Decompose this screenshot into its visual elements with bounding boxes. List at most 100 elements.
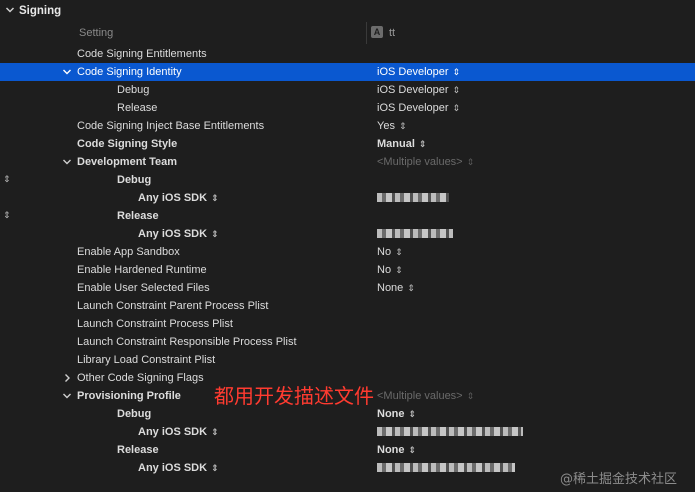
up-down-stepper-icon[interactable]: ⇕ [3, 210, 11, 221]
redacted-value [377, 427, 523, 436]
row-identity-debug[interactable]: Debug iOS Developer ⇕ [0, 81, 695, 99]
setting-label: Development Team [77, 156, 178, 168]
setting-value-popup[interactable]: iOS Developer ⇕ [377, 66, 460, 78]
setting-value-popup[interactable]: None ⇕ [377, 444, 416, 456]
label-text: Any iOS SDK [138, 462, 208, 474]
row-code-signing-style[interactable]: Code Signing Style Manual ⇕ [0, 135, 695, 153]
value-text: None [377, 408, 405, 420]
row-development-team[interactable]: Development Team <Multiple values> ⇕ [0, 153, 695, 171]
up-down-stepper-icon: ⇕ [466, 157, 475, 167]
value-text: <Multiple values> [377, 156, 463, 168]
row-enable-app-sandbox[interactable]: Enable App Sandbox No ⇕ [0, 243, 695, 261]
value-text: <Multiple values> [377, 390, 463, 402]
setting-label: Debug [117, 84, 150, 96]
setting-column-label: Setting [79, 27, 114, 39]
up-down-stepper-icon: ⇕ [211, 229, 219, 239]
value-text: iOS Developer [377, 66, 449, 78]
row-team-debug-any-ios-sdk[interactable]: Any iOS SDK ⇕ [0, 189, 695, 207]
value-text: Manual [377, 138, 415, 150]
up-down-stepper-icon: ⇕ [408, 409, 417, 419]
value-text: Yes [377, 120, 395, 132]
setting-label: Release [117, 210, 159, 222]
up-down-stepper-icon: ⇕ [211, 427, 219, 437]
target-column-label: tt [389, 27, 396, 39]
column-divider [366, 22, 367, 44]
setting-value-popup[interactable]: None ⇕ [377, 408, 416, 420]
setting-label: Any iOS SDK ⇕ [138, 462, 219, 474]
up-down-stepper-icon: ⇕ [211, 193, 219, 203]
value-text: No [377, 264, 392, 276]
setting-value-popup[interactable]: <Multiple values> ⇕ [377, 390, 474, 402]
row-identity-release[interactable]: Release iOS Developer ⇕ [0, 99, 695, 117]
value-text: None [377, 282, 404, 294]
setting-label: Release [117, 444, 159, 456]
chevron-down-icon[interactable] [5, 5, 15, 15]
row-team-release-any-ios-sdk[interactable]: Any iOS SDK ⇕ [0, 225, 695, 243]
setting-label: Debug [117, 408, 152, 420]
up-down-stepper-icon: ⇕ [466, 391, 475, 401]
label-text: Any iOS SDK [138, 426, 208, 438]
setting-label: Any iOS SDK ⇕ [138, 426, 219, 438]
setting-label: Other Code Signing Flags [77, 372, 204, 384]
row-enable-user-selected-files[interactable]: Enable User Selected Files None ⇕ [0, 279, 695, 297]
row-launch-constraint-process[interactable]: Launch Constraint Process Plist [0, 315, 695, 333]
up-down-stepper-icon: ⇕ [398, 121, 407, 131]
up-down-stepper-icon: ⇕ [452, 67, 461, 77]
signing-section-header[interactable]: Signing [0, 0, 695, 22]
section-title: Signing [19, 5, 62, 17]
app-target-icon: A [371, 26, 383, 38]
setting-label: Code Signing Inject Base Entitlements [77, 120, 265, 132]
up-down-stepper-icon: ⇕ [418, 139, 427, 149]
row-profile-debug-any-ios-sdk[interactable]: Any iOS SDK ⇕ [0, 423, 695, 441]
label-text: Any iOS SDK [138, 228, 208, 240]
setting-label: Provisioning Profile [77, 390, 181, 402]
annotation-text: 都用开发描述文件 [214, 384, 374, 408]
chevron-right-icon[interactable] [62, 373, 72, 383]
chevron-down-icon[interactable] [62, 67, 72, 77]
setting-label: Debug [117, 174, 152, 186]
setting-value-popup[interactable]: <Multiple values> ⇕ [377, 156, 474, 168]
up-down-stepper-icon: ⇕ [407, 283, 415, 293]
redacted-value [377, 229, 453, 238]
value-text: iOS Developer [377, 102, 449, 114]
value-text: iOS Developer [377, 84, 449, 96]
row-code-signing-identity[interactable]: Code Signing Identity iOS Developer ⇕ [0, 63, 695, 81]
setting-label: Code Signing Entitlements [77, 48, 207, 60]
label-text: Any iOS SDK [138, 192, 208, 204]
row-team-debug[interactable]: ⇕ Debug [0, 171, 695, 189]
redacted-value [377, 463, 515, 472]
setting-label: Code Signing Identity [77, 66, 182, 78]
row-team-release[interactable]: ⇕ Release [0, 207, 695, 225]
setting-label: Any iOS SDK ⇕ [138, 228, 219, 240]
row-inject-base-entitlements[interactable]: Code Signing Inject Base Entitlements Ye… [0, 117, 695, 135]
chevron-down-icon[interactable] [62, 391, 72, 401]
row-enable-hardened-runtime[interactable]: Enable Hardened Runtime No ⇕ [0, 261, 695, 279]
row-library-load-constraint[interactable]: Library Load Constraint Plist [0, 351, 695, 369]
setting-value-popup[interactable]: No ⇕ [377, 246, 403, 258]
setting-value-popup[interactable]: iOS Developer ⇕ [377, 84, 460, 96]
row-launch-constraint-responsible[interactable]: Launch Constraint Responsible Process Pl… [0, 333, 695, 351]
setting-value-popup[interactable]: No ⇕ [377, 264, 403, 276]
watermark: @稀土掘金技术社区 [560, 472, 678, 487]
up-down-stepper-icon: ⇕ [395, 265, 403, 275]
up-down-stepper-icon: ⇕ [211, 463, 219, 473]
redacted-value [377, 193, 449, 202]
setting-label: Launch Constraint Responsible Process Pl… [77, 336, 297, 348]
row-launch-constraint-parent[interactable]: Launch Constraint Parent Process Plist [0, 297, 695, 315]
up-down-stepper-icon[interactable]: ⇕ [3, 174, 11, 185]
setting-value-popup[interactable]: None ⇕ [377, 282, 415, 294]
setting-value-popup[interactable]: Yes ⇕ [377, 120, 407, 132]
setting-label: Library Load Constraint Plist [77, 354, 216, 366]
row-code-signing-entitlements[interactable]: Code Signing Entitlements [0, 45, 695, 63]
row-profile-release[interactable]: Release None ⇕ [0, 441, 695, 459]
chevron-down-icon[interactable] [62, 157, 72, 167]
setting-label: Enable User Selected Files [77, 282, 210, 294]
value-text: None [377, 444, 405, 456]
settings-column-header: Setting A tt [0, 22, 695, 44]
up-down-stepper-icon: ⇕ [395, 247, 403, 257]
build-settings-list: Code Signing Entitlements Code Signing I… [0, 45, 695, 477]
setting-value-popup[interactable]: iOS Developer ⇕ [377, 102, 460, 114]
up-down-stepper-icon: ⇕ [452, 85, 461, 95]
setting-value-popup[interactable]: Manual ⇕ [377, 138, 426, 150]
setting-label: Any iOS SDK ⇕ [138, 192, 219, 204]
